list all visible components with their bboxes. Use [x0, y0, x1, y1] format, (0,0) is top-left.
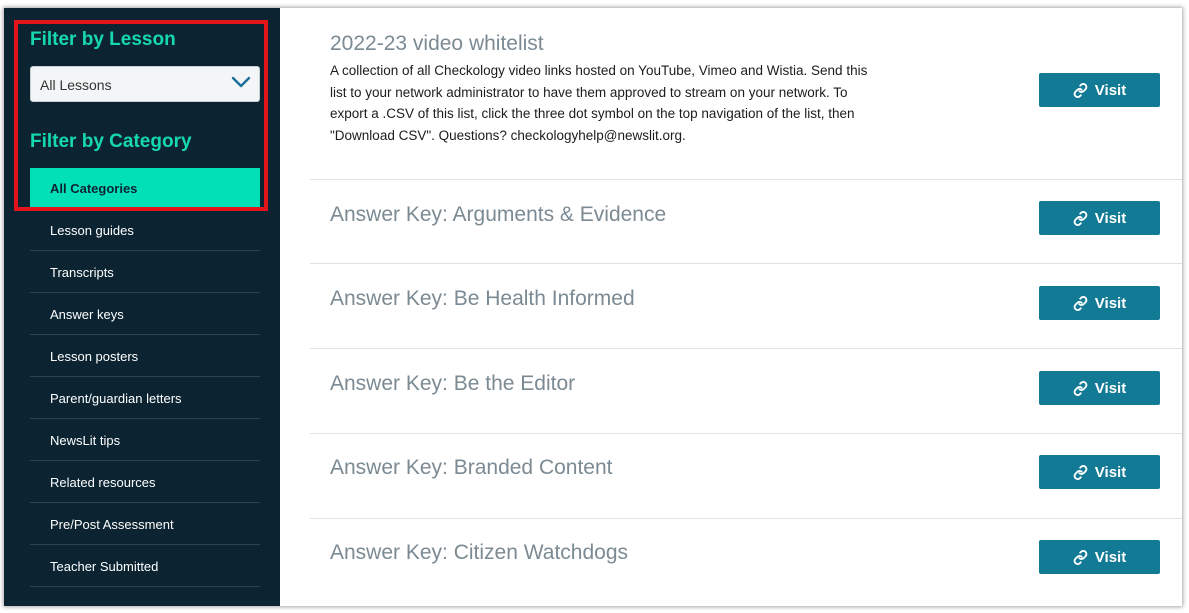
category-item-label: Answer keys	[50, 307, 124, 322]
resource-row: Answer Key: Branded Content Visit	[310, 434, 1182, 519]
resource-title: Answer Key: Be the Editor	[330, 372, 576, 395]
visit-button[interactable]: Visit	[1039, 371, 1160, 405]
visit-button-label: Visit	[1094, 379, 1127, 397]
resource-row: Answer Key: Citizen Watchdogs Visit	[310, 519, 1182, 606]
resource-title: Answer Key: Be Health Informed	[330, 287, 635, 310]
category-item-transcripts[interactable]: Transcripts	[30, 251, 260, 293]
visit-button-label: Visit	[1094, 294, 1127, 312]
category-item-label: Parent/guardian letters	[50, 391, 182, 406]
filter-by-category-heading: Filter by Category	[30, 131, 192, 152]
category-item-answer-keys[interactable]: Answer keys	[30, 293, 260, 335]
resource-title: 2022-23 video whitelist	[330, 32, 544, 55]
visit-button[interactable]: Visit	[1039, 286, 1160, 320]
category-item-lesson-guides[interactable]: Lesson guides	[30, 209, 260, 251]
lesson-select[interactable]: All Lessons	[30, 66, 260, 102]
visit-button-label: Visit	[1094, 548, 1127, 566]
link-icon	[1073, 82, 1088, 98]
category-item-newslit-tips[interactable]: NewsLit tips	[30, 419, 260, 461]
visit-button-label: Visit	[1094, 209, 1127, 227]
category-item-label: Teacher Submitted	[50, 559, 159, 574]
category-item-label: Pre/Post Assessment	[50, 517, 174, 532]
visit-button[interactable]: Visit	[1039, 540, 1160, 574]
visit-button-label: Visit	[1094, 463, 1127, 481]
link-icon	[1073, 549, 1088, 565]
resource-row: Answer Key: Arguments & Evidence Visit	[310, 180, 1182, 264]
category-item-label: Transcripts	[50, 265, 114, 280]
filter-by-lesson-heading: Filter by Lesson	[30, 29, 176, 50]
category-item-all-categories[interactable]: All Categories	[30, 168, 260, 209]
link-icon	[1073, 210, 1088, 226]
category-item-label: Related resources	[50, 475, 156, 490]
link-icon	[1073, 295, 1088, 311]
category-item-label: Lesson posters	[50, 349, 139, 364]
resource-row: Answer Key: Be the Editor Visit	[310, 349, 1182, 434]
category-item-parent-guardian-letters[interactable]: Parent/guardian letters	[30, 377, 260, 419]
category-list: Lesson guides Transcripts Answer keys Le…	[30, 209, 260, 587]
resource-title: Answer Key: Branded Content	[330, 456, 613, 479]
app-frame: Filter by Lesson All Lessons Filter by C…	[4, 8, 1182, 606]
visit-button-label: Visit	[1094, 81, 1127, 99]
category-item-label: NewsLit tips	[50, 433, 121, 448]
visit-button[interactable]: Visit	[1039, 201, 1160, 235]
resource-list: 2022-23 video whitelist A collection of …	[310, 8, 1182, 606]
category-item-label: All Categories	[50, 181, 138, 196]
visit-button[interactable]: Visit	[1039, 455, 1160, 489]
link-icon	[1073, 464, 1088, 480]
resource-title: Answer Key: Arguments & Evidence	[330, 203, 667, 226]
resource-title: Answer Key: Citizen Watchdogs	[330, 541, 629, 564]
category-item-label: Lesson guides	[50, 223, 134, 238]
link-icon	[1073, 380, 1088, 396]
filter-sidebar: Filter by Lesson All Lessons Filter by C…	[4, 8, 280, 606]
lesson-select-value: All Lessons	[40, 77, 112, 93]
resource-description: A collection of all Checkology video lin…	[330, 63, 868, 143]
category-item-related-resources[interactable]: Related resources	[30, 461, 260, 503]
visit-button[interactable]: Visit	[1039, 73, 1160, 107]
category-item-lesson-posters[interactable]: Lesson posters	[30, 335, 260, 377]
chevron-down-icon	[231, 76, 251, 88]
resource-row: Answer Key: Be Health Informed Visit	[310, 264, 1182, 349]
category-item-teacher-submitted[interactable]: Teacher Submitted	[30, 545, 260, 587]
category-item-pre-post-assessment[interactable]: Pre/Post Assessment	[30, 503, 260, 545]
resource-row: 2022-23 video whitelist A collection of …	[310, 8, 1182, 180]
